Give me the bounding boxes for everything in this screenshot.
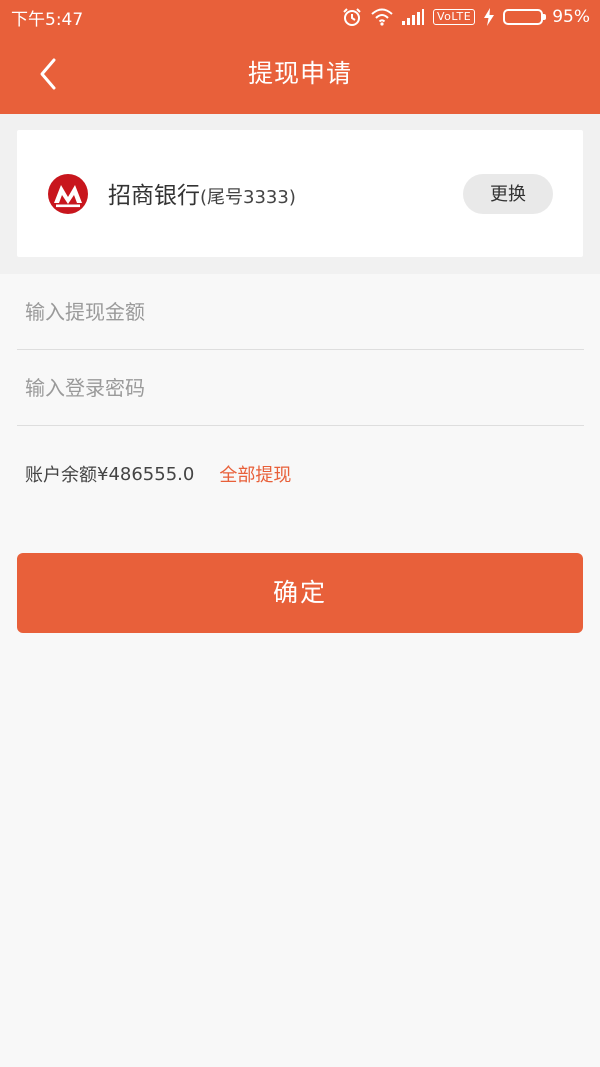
- bank-name: 招商银行: [108, 183, 200, 209]
- balance-label: 账户余额: [25, 465, 97, 486]
- status-time: 下午5:47: [11, 9, 84, 30]
- balance-row: 账户余额 ¥486555.0 全部提现: [25, 461, 291, 487]
- change-card-button[interactable]: 更换: [463, 174, 553, 214]
- card-tail-number: (尾号3333): [200, 187, 296, 208]
- withdraw-all-link[interactable]: 全部提现: [219, 461, 291, 487]
- cmb-bank-logo-icon: [48, 174, 88, 214]
- password-input[interactable]: [25, 350, 575, 425]
- battery-percent: 95%: [552, 7, 590, 27]
- balance-value: ¥486555.0: [97, 463, 195, 485]
- battery-icon: [503, 9, 547, 25]
- alarm-icon: [342, 7, 362, 27]
- password-field: [17, 350, 584, 426]
- page-title: 提现申请: [247, 59, 352, 88]
- charging-icon: [484, 8, 495, 26]
- volte-badge: VoLTE: [433, 9, 476, 25]
- status-bar: 下午5:47 VoLTE 95%: [0, 0, 600, 34]
- nav-header: 提现申请: [0, 34, 600, 114]
- wifi-icon: [371, 8, 393, 26]
- confirm-button[interactable]: 确定: [17, 553, 583, 633]
- bank-card: 招商银行(尾号3333) 更换: [17, 130, 583, 257]
- amount-field: [17, 274, 584, 350]
- amount-input[interactable]: [25, 274, 575, 349]
- signal-icon: [402, 9, 425, 25]
- status-icons: VoLTE 95%: [342, 7, 590, 27]
- bank-name-line: 招商银行(尾号3333): [108, 176, 296, 210]
- bank-section: 招商银行(尾号3333) 更换: [0, 114, 600, 274]
